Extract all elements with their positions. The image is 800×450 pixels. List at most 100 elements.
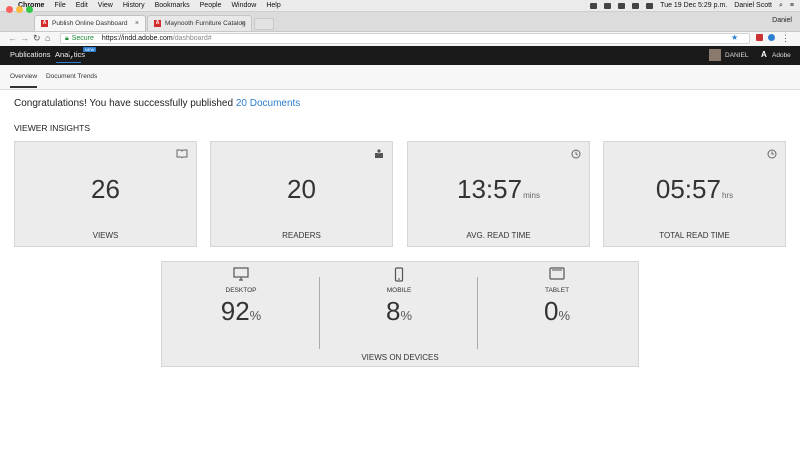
extension-icon[interactable] xyxy=(756,34,763,41)
card-avg-read-time: 13:57mins AVG. READ TIME xyxy=(407,141,590,247)
mobile-value: 8% xyxy=(320,296,478,327)
secure-label: Secure xyxy=(71,35,94,42)
reload-icon[interactable]: ↻ xyxy=(33,33,41,44)
header-username[interactable]: DANIEL xyxy=(725,52,748,59)
window-zoom-icon[interactable] xyxy=(26,6,33,13)
forward-icon[interactable]: → xyxy=(20,33,29,43)
mobile-percent: 8 xyxy=(385,296,401,326)
views-label: VIEWS xyxy=(92,231,119,240)
window-close-icon[interactable] xyxy=(6,6,13,13)
desktop-value: 92% xyxy=(162,296,320,327)
home-icon[interactable]: ⌂ xyxy=(45,33,50,43)
extension-icon[interactable] xyxy=(768,34,775,41)
menu-edit[interactable]: Edit xyxy=(76,2,88,9)
active-tab-indicator xyxy=(10,86,37,88)
congratulations-message: Congratulations! You have successfully p… xyxy=(14,98,300,109)
tablet-icon xyxy=(478,267,636,283)
menu-bookmarks[interactable]: Bookmarks xyxy=(155,2,190,9)
desktop-icon xyxy=(162,267,320,283)
book-icon xyxy=(176,149,188,160)
views-value: 26 xyxy=(91,174,120,204)
device-tablet: TABLET 0% xyxy=(478,262,636,327)
tab-close-icon[interactable]: × xyxy=(135,20,139,27)
menu-view[interactable]: View xyxy=(98,2,113,9)
tab-publish-online-dashboard[interactable]: A Publish Online Dashboard × xyxy=(34,15,146,31)
avg-read-time-value: 13:57mins xyxy=(408,174,589,205)
drive-icon[interactable] xyxy=(604,2,612,9)
clock-icon xyxy=(767,149,777,161)
tab-overview[interactable]: Overview xyxy=(10,73,37,80)
app-header xyxy=(0,46,800,65)
headline-text: Congratulations! You have successfully p… xyxy=(14,98,234,109)
device-mobile: MOBILE 8% xyxy=(320,262,478,327)
url-path: /dashboard# xyxy=(172,35,212,42)
tab-document-trends[interactable]: Document Trends xyxy=(46,73,97,80)
menubar-clock[interactable]: Tue 19 Dec 5:29 p.m. xyxy=(660,2,727,9)
documents-link[interactable]: 20 Documents xyxy=(236,98,300,109)
battery-icon[interactable] xyxy=(646,2,654,9)
readers-value: 20 xyxy=(287,174,316,204)
sub-navigation xyxy=(0,65,800,90)
desktop-label: DESKTOP xyxy=(225,287,257,294)
desktop-unit: % xyxy=(249,308,262,323)
address-bar[interactable]: 🔒︎ Secure https://indd.adobe.com/dashboa… xyxy=(60,33,750,44)
readers-label: READERS xyxy=(282,231,321,240)
card-views-on-devices: DESKTOP 92% MOBILE 8% TABLET 0% VIEWS ON… xyxy=(161,261,639,367)
window-minimize-icon[interactable] xyxy=(16,6,23,13)
search-icon[interactable]: ⌕ xyxy=(779,2,783,10)
lock-icon: 🔒︎ xyxy=(65,34,69,42)
bookmark-star-icon[interactable]: ★ xyxy=(731,33,738,42)
history-icon xyxy=(571,149,581,161)
menubar-status-area: Tue 19 Dec 5:29 p.m. Daniel Scott ⌕ ≡ xyxy=(590,0,794,11)
desktop-percent: 92 xyxy=(220,296,250,326)
adobe-logo-icon[interactable]: A xyxy=(761,51,769,59)
tablet-label: TABLET xyxy=(544,287,570,294)
total-read-time-number: 05:57 xyxy=(655,174,721,204)
tablet-percent: 0 xyxy=(543,296,559,326)
menu-list-icon[interactable]: ≡ xyxy=(790,2,794,9)
back-icon[interactable]: ← xyxy=(8,33,17,43)
volume-icon[interactable] xyxy=(632,2,640,9)
mobile-unit: % xyxy=(400,308,413,323)
tab-maynooth-catalog[interactable]: A Maynooth Furniture Catalog × xyxy=(147,15,252,31)
menu-window[interactable]: Window xyxy=(231,2,256,9)
avg-read-time-label: AVG. READ TIME xyxy=(466,231,531,240)
total-read-time-unit: hrs xyxy=(721,191,734,200)
mobile-icon xyxy=(320,267,478,283)
tab-label: Publish Online Dashboard xyxy=(52,20,128,27)
mac-menubar: Chrome File Edit View History Bookmarks … xyxy=(0,0,800,12)
wifi-icon[interactable] xyxy=(618,2,626,9)
avg-read-time-unit: mins xyxy=(523,191,540,200)
device-desktop: DESKTOP 92% xyxy=(162,262,320,327)
more-menu-icon[interactable]: ⋮ xyxy=(781,33,790,44)
card-views: 26 VIEWS xyxy=(14,141,197,247)
card-readers: 20 READERS xyxy=(210,141,393,247)
adobe-label[interactable]: Adobe xyxy=(772,52,791,59)
tab-label: Maynooth Furniture Catalog xyxy=(165,20,246,27)
menu-file[interactable]: File xyxy=(54,2,65,9)
card-total-read-time: 05:57hrs TOTAL READ TIME xyxy=(603,141,786,247)
dropbox-icon[interactable] xyxy=(590,2,598,9)
new-badge: NEW xyxy=(83,47,97,52)
total-read-time-label: TOTAL READ TIME xyxy=(659,231,730,240)
avatar[interactable] xyxy=(709,49,721,61)
adobe-favicon-icon: A xyxy=(41,20,48,27)
tab-close-icon[interactable]: × xyxy=(241,20,245,27)
new-tab-button[interactable] xyxy=(254,18,274,30)
tablet-value: 0% xyxy=(478,296,636,327)
reader-icon xyxy=(374,149,384,161)
browser-profile-name[interactable]: Daniel xyxy=(772,17,792,24)
menubar-user[interactable]: Daniel Scott xyxy=(734,2,772,9)
mobile-label: MOBILE xyxy=(386,287,412,294)
menu-people[interactable]: People xyxy=(200,2,222,9)
menu-history[interactable]: History xyxy=(123,2,145,9)
nav-publications[interactable]: Publications xyxy=(10,50,50,59)
adobe-favicon-icon: A xyxy=(154,20,161,27)
menu-help[interactable]: Help xyxy=(266,2,280,9)
url-host: https://indd.adobe.com xyxy=(101,35,173,42)
nav-active-indicator xyxy=(56,62,81,63)
section-title: VIEWER INSIGHTS xyxy=(14,123,91,133)
total-read-time-value: 05:57hrs xyxy=(604,174,785,205)
views-on-devices-label: VIEWS ON DEVICES xyxy=(361,353,439,362)
avg-read-time-number: 13:57 xyxy=(457,174,523,204)
